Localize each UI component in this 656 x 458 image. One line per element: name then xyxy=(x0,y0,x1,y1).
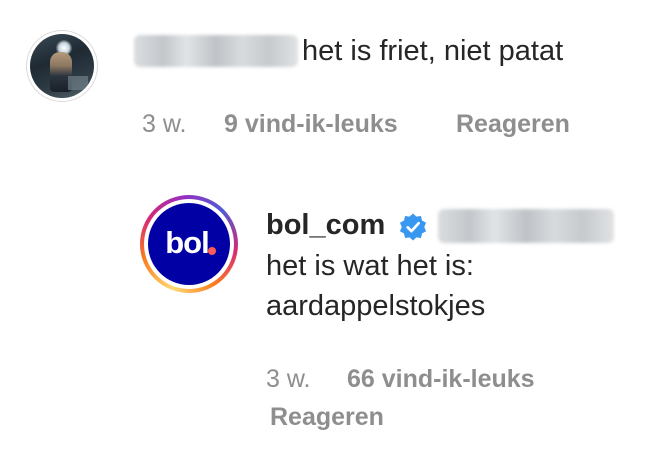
bol-logo-dot xyxy=(208,247,216,255)
reply-timestamp[interactable]: 3 w. xyxy=(266,364,310,394)
reply-text-line-2: aardappelstokjes xyxy=(266,290,486,322)
comment-reply-button[interactable]: Reageren xyxy=(456,109,570,139)
reply-likes-count[interactable]: 66 vind-ik-leuks xyxy=(347,364,535,394)
bol-logo-text: bol xyxy=(165,225,209,260)
bol-logo-avatar: bol xyxy=(148,203,230,285)
commenter-avatar[interactable] xyxy=(26,30,98,102)
comment-likes-count[interactable]: 9 vind-ik-leuks xyxy=(224,109,398,139)
comment-timestamp[interactable]: 3 w. xyxy=(142,109,186,139)
mentioned-username-blurred[interactable] xyxy=(438,209,614,243)
reply-username[interactable]: bol_com xyxy=(266,207,385,243)
comment-text: het is friet, niet patat xyxy=(302,35,564,67)
reply-reply-button[interactable]: Reageren xyxy=(270,402,384,432)
verified-badge-icon xyxy=(399,213,427,241)
reply-avatar-gap: bol xyxy=(144,199,234,289)
avatar-photo-background xyxy=(68,76,88,90)
commenter-username-blurred[interactable] xyxy=(134,35,298,67)
reply-text-line-1: het is wat het is: xyxy=(266,250,474,282)
reply-avatar-story-ring[interactable]: bol xyxy=(140,195,238,293)
commenter-avatar-photo xyxy=(30,34,94,98)
